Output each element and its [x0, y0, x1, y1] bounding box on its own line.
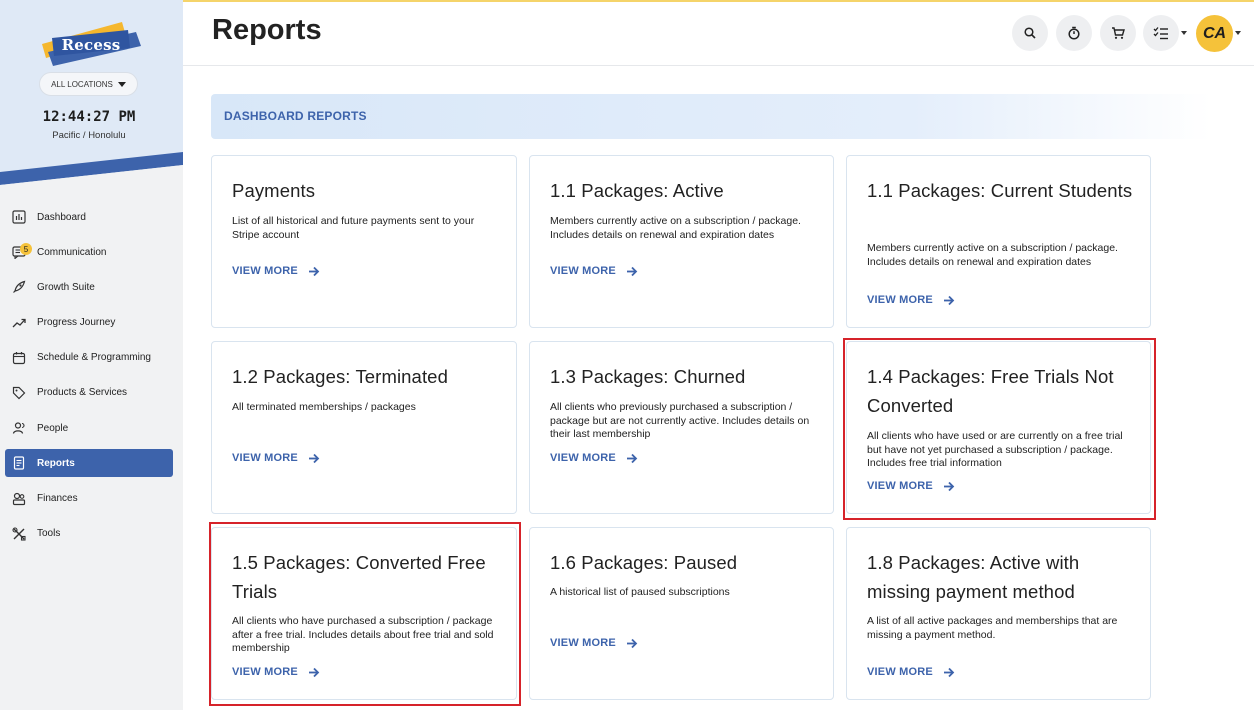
people-icon [10, 419, 28, 437]
top-header: Reports CA [183, 2, 1254, 66]
report-card-paused[interactable]: 1.6 Packages: Paused A historical list o… [529, 527, 834, 700]
sidebar-item-dashboard[interactable]: Dashboard [5, 203, 173, 231]
report-card-description: List of all historical and future paymen… [232, 215, 475, 241]
logo-text: Recess [61, 36, 121, 54]
sidebar: Recess ALL LOCATIONS 12:44:27 PM Pacific… [0, 0, 183, 710]
section-title: DASHBOARD REPORTS [224, 109, 367, 123]
view-more-label: VIEW MORE [550, 265, 616, 277]
recess-logo[interactable]: Recess [38, 18, 144, 70]
view-more-link[interactable]: VIEW MORE [867, 666, 955, 678]
sidebar-item-label: Finances [37, 493, 78, 504]
arrow-right-icon [626, 453, 638, 463]
tag-icon [10, 384, 28, 402]
finances-icon [10, 490, 28, 508]
section-banner: DASHBOARD REPORTS [211, 94, 1211, 139]
report-card-title: 1.1 Packages: Active [550, 180, 724, 201]
view-more-link[interactable]: VIEW MORE [550, 637, 638, 649]
cart-icon [1112, 27, 1125, 39]
sidebar-nav: Dashboard 5 Communication Growth Suite P… [5, 203, 173, 555]
avatar-dropdown-caret-icon[interactable] [1235, 31, 1241, 35]
page-title: Reports [212, 14, 322, 46]
rocket-icon [10, 278, 28, 296]
cart-button[interactable] [1100, 15, 1136, 51]
report-card-description: A list of all active packages and member… [867, 615, 1118, 641]
sidebar-item-label: Dashboard [37, 211, 86, 223]
tools-icon [10, 525, 28, 543]
report-card-payments[interactable]: Payments List of all historical and futu… [211, 155, 517, 328]
sidebar-item-growth-suite[interactable]: Growth Suite [5, 273, 173, 301]
sidebar-item-progress-journey[interactable]: Progress Journey [5, 309, 173, 337]
report-card-description: A historical list of paused subscription… [550, 586, 730, 598]
report-card-packages-active[interactable]: 1.1 Packages: Active Members currently a… [529, 155, 834, 328]
location-selector-label: ALL LOCATIONS [51, 79, 113, 89]
view-more-link[interactable]: VIEW MORE [867, 294, 955, 306]
trending-up-icon [10, 314, 28, 332]
location-selector[interactable]: ALL LOCATIONS [39, 72, 138, 96]
view-more-link[interactable]: VIEW MORE [232, 265, 320, 277]
sidebar-item-people[interactable]: People [5, 414, 173, 442]
arrow-right-icon [308, 453, 320, 463]
sidebar-item-products[interactable]: Products & Services [5, 379, 173, 407]
tasks-dropdown-caret-icon[interactable] [1181, 31, 1187, 35]
view-more-label: VIEW MORE [550, 452, 616, 464]
report-card-title: 1.2 Packages: Terminated [232, 366, 448, 387]
reports-icon [10, 454, 28, 472]
sidebar-item-label: Progress Journey [37, 317, 116, 329]
report-card-current-students[interactable]: 1.1 Packages: Current Students Members c… [846, 155, 1151, 328]
arrow-right-icon [626, 638, 638, 648]
calendar-icon [10, 349, 28, 367]
report-card-title: 1.6 Packages: Paused [550, 552, 738, 573]
report-card-title: 1.1 Packages: Current Students [867, 180, 1133, 201]
sidebar-item-label: Tools [37, 528, 61, 540]
report-card-description: All terminated memberships / packages [232, 401, 416, 413]
highlight-box [843, 338, 1156, 520]
view-more-label: VIEW MORE [232, 452, 298, 464]
sidebar-item-label: Growth Suite [37, 281, 95, 293]
sidebar-item-communication[interactable]: 5 Communication [5, 238, 173, 266]
report-card-title: Payments [232, 180, 316, 201]
stopwatch-icon [1068, 26, 1080, 40]
timezone-label: Pacific / Honolulu [52, 130, 126, 141]
arrow-right-icon [943, 295, 955, 305]
report-card-description: Members currently active on a subscripti… [867, 242, 1118, 268]
arrow-right-icon [626, 266, 638, 276]
view-more-label: VIEW MORE [550, 637, 616, 649]
clock: 12:44:27 PM [42, 109, 136, 125]
sidebar-item-label: Reports [37, 457, 75, 469]
sidebar-item-reports[interactable]: Reports [5, 449, 173, 478]
search-icon [1024, 27, 1036, 39]
sidebar-item-tools[interactable]: Tools [5, 520, 173, 548]
sidebar-item-label: Products & Services [37, 387, 128, 399]
sidebar-item-label: Schedule & Programming [37, 352, 151, 364]
sidebar-item-label: Communication [37, 246, 107, 258]
tasks-button[interactable] [1143, 15, 1179, 51]
checklist-icon [1153, 27, 1168, 40]
sidebar-item-schedule[interactable]: Schedule & Programming [5, 344, 173, 372]
report-card-description: Members currently active on a subscripti… [550, 215, 801, 241]
search-button[interactable] [1012, 15, 1048, 51]
arrow-right-icon [943, 667, 955, 677]
timer-button[interactable] [1056, 15, 1092, 51]
report-card-title: 1.3 Packages: Churned [550, 366, 746, 387]
sidebar-item-label: People [37, 422, 69, 434]
view-more-label: VIEW MORE [867, 294, 933, 306]
user-avatar[interactable]: CA [1196, 15, 1233, 52]
report-card-terminated[interactable]: 1.2 Packages: Terminated All terminated … [211, 341, 517, 514]
view-more-link[interactable]: VIEW MORE [550, 265, 638, 277]
notification-badge: 5 [20, 243, 32, 256]
report-card-title: 1.8 Packages: Active with missing paymen… [867, 552, 1080, 602]
view-more-label: VIEW MORE [232, 265, 298, 277]
caret-down-icon [117, 81, 126, 87]
view-more-link[interactable]: VIEW MORE [232, 452, 320, 464]
report-card-description: All clients who previously purchased a s… [550, 401, 810, 440]
dashboard-icon [10, 208, 28, 226]
sidebar-item-finances[interactable]: Finances [5, 485, 173, 513]
highlight-box [209, 522, 521, 706]
view-more-label: VIEW MORE [867, 666, 933, 678]
report-card-churned[interactable]: 1.3 Packages: Churned All clients who pr… [529, 341, 834, 514]
view-more-link[interactable]: VIEW MORE [550, 452, 638, 464]
report-card-missing-payment-method[interactable]: 1.8 Packages: Active with missing paymen… [846, 527, 1151, 700]
arrow-right-icon [308, 266, 320, 276]
